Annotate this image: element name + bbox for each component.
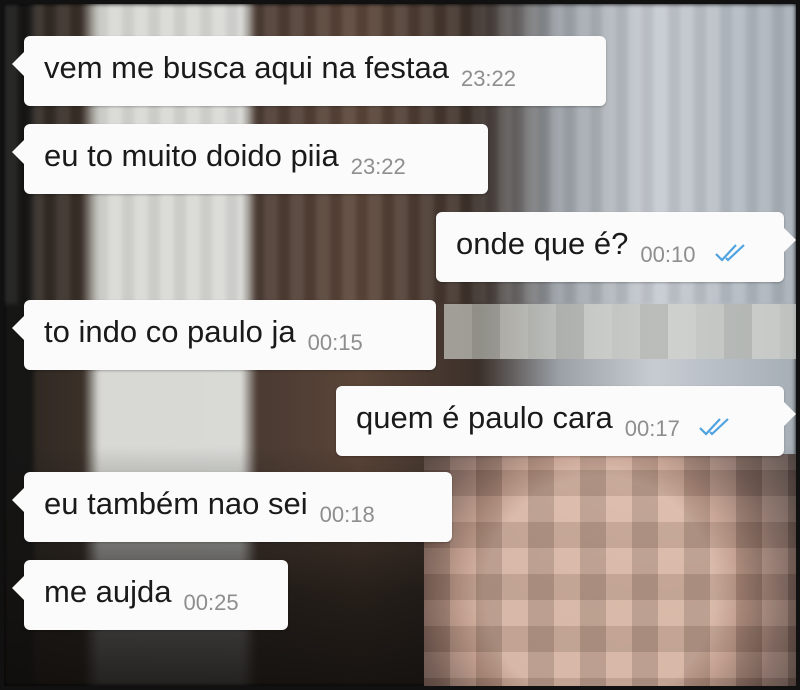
message-bubble-incoming[interactable]: eu to muito doido piia 23:22 [12,124,488,194]
message-list: vem me busca aqui na festaa 23:22 eu to m… [4,4,796,686]
message-time: 00:18 [319,502,375,527]
message-time: 23:22 [460,66,517,91]
double-check-read-icon [699,418,730,436]
message-time: 00:15 [307,330,363,355]
message-time: 00:25 [183,590,239,615]
message-bubble-incoming[interactable]: vem me busca aqui na festaa 23:22 [12,36,606,106]
message-time: 00:10 [640,242,696,267]
message-time: 00:17 [624,416,680,441]
message-bubble-outgoing[interactable]: onde que é? 00:10 [436,212,796,282]
message-text: eu to muito doido piia [44,138,339,173]
message-text: quem é paulo cara [356,400,613,435]
message-text: onde que é? [456,226,629,261]
double-check-read-icon [715,244,745,262]
message-time: 23:22 [350,154,406,179]
message-text: me aujda [44,574,172,609]
message-bubble-outgoing[interactable]: quem é paulo cara 00:17 [336,386,796,456]
chat-screenshot: vem me busca aqui na festaa 23:22 eu to m… [0,0,800,690]
message-text: vem me busca aqui na festaa [44,50,449,85]
message-bubble-incoming[interactable]: to indo co paulo ja 00:15 [12,300,436,370]
message-bubble-incoming[interactable]: me aujda 00:25 [12,560,288,630]
message-text: eu também nao sei [44,486,308,521]
message-text: to indo co paulo ja [44,314,296,349]
message-bubble-incoming[interactable]: eu também nao sei 00:18 [12,472,452,542]
